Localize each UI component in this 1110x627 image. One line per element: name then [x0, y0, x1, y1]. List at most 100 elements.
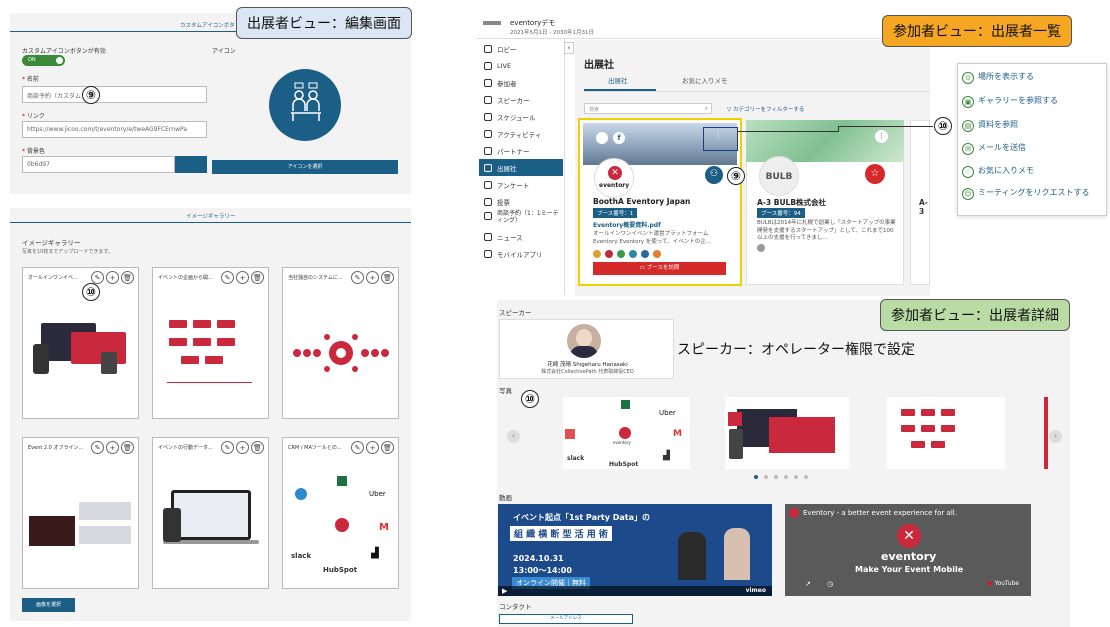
enable-toggle[interactable]: ON	[22, 55, 65, 66]
gallery-icon: ▣	[962, 96, 974, 108]
video-player-2[interactable]: Eventory - a better event experience for…	[785, 504, 1031, 596]
add-icon[interactable]: +	[106, 271, 119, 284]
video2-channel-icon	[789, 508, 799, 518]
delete-icon[interactable]: 🗑	[381, 441, 394, 454]
play-icon[interactable]: ▶	[502, 587, 507, 595]
chart-icon: ▟	[371, 548, 379, 559]
share-icon[interactable]: ↗	[805, 580, 811, 588]
delete-icon[interactable]: 🗑	[121, 271, 134, 284]
edit-icon[interactable]: ✎	[351, 441, 364, 454]
bgcolor-input[interactable]: 0b6d97	[22, 156, 175, 173]
sidebar-item-attendees[interactable]: 参加者	[479, 74, 563, 91]
carousel-dot[interactable]	[804, 475, 808, 479]
carousel-prev-button[interactable]: ‹	[507, 430, 520, 443]
carousel-dot[interactable]	[794, 475, 798, 479]
dropdown-item-meeting[interactable]: ☺ ミーティングをリクエストする	[962, 188, 1102, 200]
add-icon[interactable]: +	[366, 441, 379, 454]
excel-icon	[621, 400, 630, 409]
sidebar-item-activity[interactable]: アクティビティ	[479, 125, 563, 142]
booth-a-file-link[interactable]: Eventory概要資料.pdf	[593, 220, 661, 229]
sidebar-item-poll[interactable]: 投票	[479, 193, 563, 210]
delete-icon[interactable]: 🗑	[381, 271, 394, 284]
photo-devices[interactable]	[725, 397, 849, 469]
booth-b-more-icon[interactable]: ⋮	[875, 130, 888, 143]
sidebar-collapse-icon[interactable]: ‹	[564, 42, 574, 54]
bgcolor-swatch[interactable]	[175, 156, 207, 173]
sidebar-item-lobby[interactable]: ロビー	[479, 40, 563, 57]
sidebar-item-mobile[interactable]: モバイルアプリ	[479, 245, 563, 262]
sidebar-item-schedule[interactable]: スケジュール	[479, 108, 563, 125]
visit-booth-button[interactable]: ▭ ブースを訪問	[593, 262, 726, 275]
category-filter[interactable]: ▽ カテゴリーをフィルターする	[727, 105, 804, 113]
connector-line	[838, 126, 933, 127]
dropdown-item-email[interactable]: ✉ メールを送信	[962, 143, 1102, 155]
select-image-button[interactable]: 画像を選択	[22, 598, 75, 612]
photo-partial-left[interactable]	[728, 412, 742, 426]
name-label: * 名前	[22, 76, 39, 83]
add-icon[interactable]: +	[366, 271, 379, 284]
video1-control-bar[interactable]: ▶ vimeo	[498, 586, 772, 596]
sidebar-item-exhibitors[interactable]: 出展社	[479, 159, 563, 176]
carousel-dot[interactable]	[754, 475, 758, 479]
name-input[interactable]: 商談予約（カスタム	[22, 86, 207, 103]
photo-partial[interactable]	[1044, 397, 1048, 469]
gallery-card-3[interactable]: 当社独自のシステムに... ✎ + 🗑	[282, 267, 399, 419]
sidebar-item-live[interactable]: LIVE	[479, 57, 563, 74]
chart-icon: ▟	[663, 451, 670, 461]
marker-9-list: ⑨	[727, 167, 745, 185]
carousel-dot[interactable]	[784, 475, 788, 479]
sidebar-item-partners[interactable]: パートナー	[479, 142, 563, 159]
delete-icon[interactable]: 🗑	[251, 271, 264, 284]
email-button[interactable]: メールアドレス	[499, 614, 633, 624]
add-icon[interactable]: +	[236, 441, 249, 454]
booth-card-c[interactable]: A-3	[910, 120, 930, 285]
gallery-card-6[interactable]: CRM / MAツールとの... ✎ + 🗑 Uber M ▟ slack HubS…	[282, 437, 399, 589]
edit-icon[interactable]: ✎	[221, 271, 234, 284]
clock-icon[interactable]: ◷	[827, 580, 833, 588]
dropdown-item-gallery[interactable]: ▣ ギャラリーを参照する	[962, 96, 1102, 108]
photo-integrations[interactable]: eventory Uber M slack HubSpot ▟	[563, 397, 690, 469]
sidebar-item-speakers[interactable]: スピーカー	[479, 91, 563, 108]
edit-icon[interactable]: ✎	[91, 441, 104, 454]
marker-10-gallery: ⑩	[82, 283, 100, 301]
video2-title: Eventory - a better event experience for…	[803, 509, 957, 517]
delete-icon[interactable]: 🗑	[251, 441, 264, 454]
globe-icon	[596, 132, 608, 144]
add-icon[interactable]: +	[106, 441, 119, 454]
link-input[interactable]: https://www.jicoo.com/t/eventory/e/tweAG…	[22, 121, 207, 138]
gallery-card-2[interactable]: イベントの企画から開... ✎ + 🗑	[152, 267, 269, 419]
edit-icon[interactable]: ✎	[351, 271, 364, 284]
gallery-card-4[interactable]: Event 2.0 オフライン... ✎ + 🗑	[22, 437, 139, 589]
add-icon[interactable]: +	[236, 271, 249, 284]
select-icon-button[interactable]: アイコンを選択	[212, 160, 398, 174]
delete-icon[interactable]: 🗑	[121, 441, 134, 454]
video-player-1[interactable]: イベント起点「1st Party Data」の 組 織 横 断 型 活 用 術 …	[498, 504, 772, 596]
carousel-dot[interactable]	[764, 475, 768, 479]
dropdown-item-favorite[interactable]: ♡ お気に入りメモ	[962, 166, 1102, 178]
dropdown-item-documents[interactable]: ▤ 資料を参照	[962, 120, 1102, 132]
carousel-next-button[interactable]: ›	[1049, 430, 1062, 443]
video1-presenter	[678, 532, 706, 580]
edit-icon[interactable]: ✎	[221, 441, 234, 454]
edit-icon[interactable]: ✎	[91, 271, 104, 284]
dropdown-item-location[interactable]: ⊙ 場所を表示する	[962, 72, 1102, 84]
diagram-box	[217, 338, 235, 346]
search-icon: ⌕	[704, 105, 708, 112]
contact-section-label: コンタクト	[499, 603, 532, 611]
photo-flow[interactable]	[887, 397, 1005, 469]
diagram-box	[901, 425, 915, 432]
sidebar-item-news[interactable]: ニュース	[479, 228, 563, 245]
sidebar-item-survey[interactable]: アンケート	[479, 176, 563, 193]
more-options-highlight[interactable]: ⋮	[703, 127, 738, 151]
search-input[interactable]: 検索 ⌕	[584, 103, 712, 114]
gallery-card-1[interactable]: オールインワンイベ... ✎ + 🗑	[22, 267, 139, 419]
custom-icon-button[interactable]: ⚇	[704, 165, 724, 185]
tab-exhibitors[interactable]: 出展社	[608, 75, 628, 85]
youtube-logo[interactable]: ▶ YouTube	[988, 580, 1019, 587]
booth-b-star-button[interactable]: ☆	[865, 164, 885, 184]
gallery-label: イメージギャラリー	[22, 239, 81, 247]
speaker-card[interactable]: 花崎 茂晴 Shigeharu Hanasaki 株式会社CollectiveP…	[499, 319, 674, 379]
gallery-card-5[interactable]: イベントの行動データ... ✎ + 🗑	[152, 437, 269, 589]
carousel-dot[interactable]	[774, 475, 778, 479]
tab-favorites[interactable]: お気に入りメモ	[682, 75, 728, 85]
